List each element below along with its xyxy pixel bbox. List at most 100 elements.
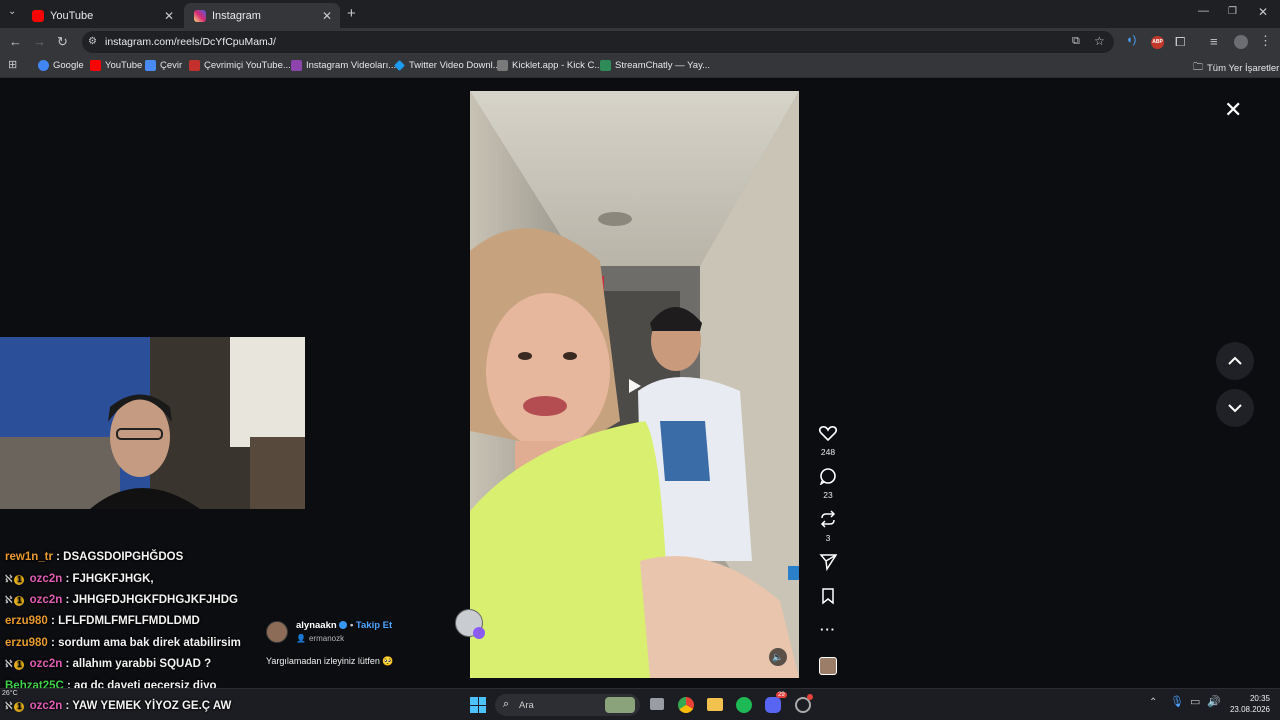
reel-caption: Yargılamadan izleyiniz lütfen 🥺 <box>266 656 394 666</box>
bookmark-kicklet[interactable]: Kicklet.app - Kick C... <box>497 60 602 71</box>
chat-message: ℵ1 ozc2n : YAW YEMEK YİYOZ GE.Ç AW <box>5 700 232 712</box>
streamer-badge-icon <box>473 627 485 639</box>
separator-dot: • <box>349 620 354 631</box>
notification-dot <box>807 694 813 700</box>
tab-title: YouTube <box>50 9 94 22</box>
bookmark-instagram-videos[interactable]: Instagram Videoları... <box>291 60 396 71</box>
author-username[interactable]: alynaakn <box>296 620 337 631</box>
adblock-extension-icon[interactable]: ABP <box>1151 36 1164 49</box>
person-icon: 👤 <box>296 634 306 643</box>
all-bookmarks-folder[interactable]: 🗀 Tüm Yer İşaretleri <box>1193 60 1280 77</box>
repost-icon[interactable] <box>813 510 843 528</box>
chat-text: LFLFDMLFMFLFMDLDMD <box>58 615 200 627</box>
bookmark-streamchatly[interactable]: StreamChatly — Yay... <box>600 60 710 71</box>
windows-start-icon[interactable] <box>470 697 486 713</box>
instagram-download-icon <box>291 60 302 71</box>
chat-username: erzu980 <box>5 615 48 627</box>
task-view-icon[interactable] <box>650 698 664 710</box>
reel-video[interactable]: 🔈 <box>470 91 799 678</box>
chat-username: ozc2n <box>29 573 63 585</box>
comment-count: 23 <box>823 490 833 500</box>
bookmark-save-icon[interactable] <box>813 587 843 605</box>
display-icon[interactable]: ▭ <box>1190 697 1200 708</box>
discord-icon[interactable] <box>765 697 781 713</box>
chat-text: JHHGFDJHGKFDHGJKFJHDG <box>72 594 238 606</box>
collab-username[interactable]: ermanozk <box>309 634 344 643</box>
back-arrow-icon[interactable]: ← <box>9 35 22 48</box>
comment-action: 23 <box>813 467 843 500</box>
more-options-icon[interactable]: ··· <box>813 622 843 637</box>
gold-badge-icon: 1 <box>14 660 25 670</box>
kicklet-icon <box>497 60 508 71</box>
restore-icon[interactable]: ❐ <box>1228 7 1237 17</box>
taskbar-search-box[interactable]: ⌕ Ara <box>495 694 640 716</box>
mute-toggle-icon[interactable]: 🔈 <box>769 648 787 666</box>
spotify-icon[interactable] <box>736 697 752 713</box>
bookmarks-bar: ⊞ Google YouTube Çevir Çevrimiçi YouTube… <box>0 56 1280 78</box>
audio-thumbnail-avatar[interactable] <box>819 657 837 675</box>
bookmark-label: Çevrimiçi YouTube... <box>204 60 291 71</box>
tab-youtube[interactable]: YouTube ✕ <box>22 3 182 28</box>
browser-toolbar: ← → ↻ ⚙ instagram.com/reels/DcYfCpuMamJ/… <box>0 28 1280 56</box>
author-avatar[interactable] <box>266 621 288 643</box>
tab-instagram[interactable]: Instagram ✕ <box>184 3 340 28</box>
extensions-puzzle-icon[interactable]: ⧠ <box>1175 35 1185 48</box>
share-action <box>813 553 843 576</box>
chat-message: rew1n_tr : DSAGSDOIPGHĞDOS <box>5 551 184 563</box>
chrome-menu-icon[interactable]: ⋮ <box>1259 34 1272 47</box>
tab-search-chevron-icon[interactable]: ⌄ <box>8 7 16 17</box>
bookmark-label: Kicklet.app - Kick C... <box>512 60 603 71</box>
reload-icon[interactable]: ↻ <box>57 35 68 48</box>
chat-username: erzu980 <box>5 637 48 649</box>
forward-arrow-icon[interactable]: → <box>33 35 46 48</box>
bookmark-cevir[interactable]: Çevir <box>145 60 182 71</box>
google-icon <box>38 60 49 71</box>
previous-reel-button[interactable] <box>1216 342 1254 380</box>
next-reel-button[interactable] <box>1216 389 1254 427</box>
address-bar[interactable]: ⚙ instagram.com/reels/DcYfCpuMamJ/ ⧉ ☆ <box>82 31 1114 53</box>
bookmark-star-icon[interactable]: ☆ <box>1094 34 1105 48</box>
chat-message: ℵ1 ozc2n : JHHGFDJHGKFDHGJKFJHDG <box>5 594 238 606</box>
play-icon <box>629 379 641 393</box>
chat-message: ℵ1 ozc2n : FJHGKFJHGK, <box>5 573 154 585</box>
bookmark-twitter-downloader[interactable]: Twitter Video Downl... <box>394 60 501 71</box>
chat-message: erzu980 : LFLFDMLFMFLFMDLDMD <box>5 615 200 627</box>
apps-grid-icon[interactable]: ⊞ <box>8 60 17 71</box>
install-app-icon[interactable]: ⧉ <box>1072 35 1080 48</box>
heart-icon[interactable] <box>813 424 843 442</box>
close-tab-icon[interactable]: ✕ <box>164 9 174 23</box>
follow-button[interactable]: Takip Et <box>356 620 392 631</box>
clock[interactable]: 20:35 23.08.2026 <box>1226 693 1270 715</box>
weather-widget[interactable]: 26°C <box>2 690 18 697</box>
gold-badge-icon: 1 <box>14 575 25 585</box>
comment-bubble-icon[interactable] <box>813 467 843 486</box>
chat-text: YAW YEMEK YİYOZ GE.Ç AW <box>72 700 232 712</box>
webcam-feed <box>0 337 305 509</box>
media-controls-icon[interactable]: ≡ <box>1210 35 1218 48</box>
close-tab-icon[interactable]: ✕ <box>322 9 332 23</box>
profile-avatar[interactable] <box>1234 35 1248 49</box>
save-action <box>813 587 843 610</box>
minimize-icon[interactable]: — <box>1198 6 1209 17</box>
site-info-icon[interactable]: ⚙ <box>88 36 97 47</box>
show-hidden-icons-chevron[interactable]: ⌃ <box>1149 698 1157 708</box>
subscriber-badge-icon: ℵ <box>5 701 13 712</box>
send-share-icon[interactable] <box>813 553 843 572</box>
bookmark-google[interactable]: Google <box>38 60 84 71</box>
microphone-icon[interactable]: 🎙 <box>1170 697 1184 708</box>
play-button[interactable] <box>623 374 647 398</box>
extension-audio-icon[interactable]: ◖) <box>1126 35 1136 46</box>
chat-username: ozc2n <box>29 594 63 606</box>
bookmark-youtube[interactable]: YouTube <box>90 60 142 71</box>
chat-username: ozc2n <box>29 700 63 712</box>
window-close-icon[interactable]: ✕ <box>1258 6 1268 18</box>
bookmark-youtube-converter[interactable]: Çevrimiçi YouTube... <box>189 60 291 71</box>
youtube-favicon-icon <box>32 9 44 22</box>
new-tab-plus-icon[interactable]: + <box>347 6 356 21</box>
translate-icon <box>145 60 156 71</box>
close-reel-icon[interactable]: ✕ <box>1224 99 1242 121</box>
instagram-favicon-icon <box>194 9 206 22</box>
chrome-taskbar-icon[interactable] <box>678 697 694 713</box>
volume-icon[interactable]: 🔊 <box>1207 697 1221 708</box>
file-explorer-icon[interactable] <box>707 698 723 711</box>
